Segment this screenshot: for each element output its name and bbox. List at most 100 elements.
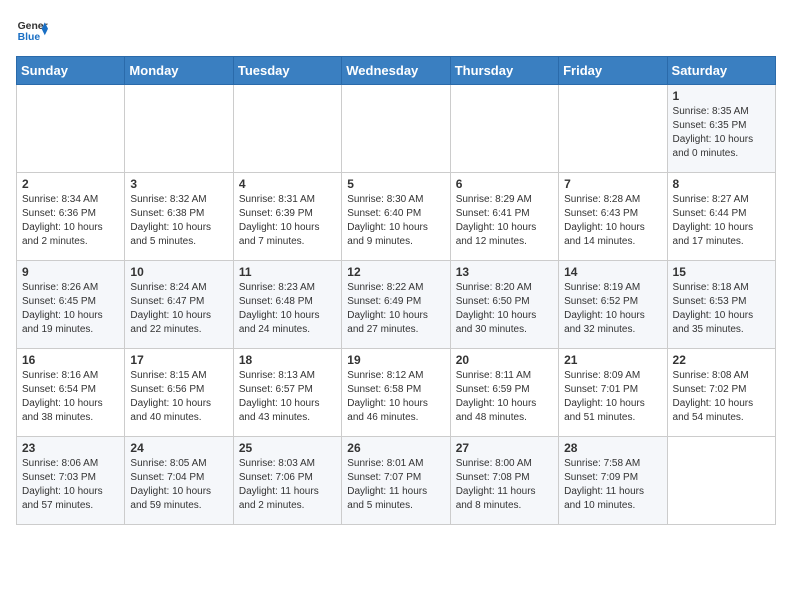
day-info: Sunrise: 8:13 AM Sunset: 6:57 PM Dayligh…	[239, 369, 336, 425]
day-info: Sunrise: 8:34 AM Sunset: 6:36 PM Dayligh…	[22, 193, 119, 249]
day-info: Sunrise: 7:58 AM Sunset: 7:09 PM Dayligh…	[564, 457, 661, 513]
calendar-table: SundayMondayTuesdayWednesdayThursdayFrid…	[16, 56, 776, 525]
calendar-cell: 13 Sunrise: 8:20 AM Sunset: 6:50 PM Dayli…	[450, 261, 558, 349]
logo: General Blue	[16, 16, 48, 44]
day-number: 4	[239, 177, 336, 191]
day-info: Sunrise: 8:05 AM Sunset: 7:04 PM Dayligh…	[130, 457, 227, 513]
calendar-cell: 15 Sunrise: 8:18 AM Sunset: 6:53 PM Dayli…	[667, 261, 775, 349]
day-info: Sunrise: 8:01 AM Sunset: 7:07 PM Dayligh…	[347, 457, 444, 513]
day-info: Sunrise: 8:30 AM Sunset: 6:40 PM Dayligh…	[347, 193, 444, 249]
weekday-header-sunday: Sunday	[17, 57, 125, 85]
day-info: Sunrise: 8:35 AM Sunset: 6:35 PM Dayligh…	[673, 105, 770, 161]
day-info: Sunrise: 8:03 AM Sunset: 7:06 PM Dayligh…	[239, 457, 336, 513]
day-info: Sunrise: 8:24 AM Sunset: 6:47 PM Dayligh…	[130, 281, 227, 337]
calendar-week-row: 23Sunrise: 8:06 AM Sunset: 7:03 PM Dayli…	[17, 437, 776, 525]
calendar-cell: 17 Sunrise: 8:15 AM Sunset: 6:56 PM Dayli…	[125, 349, 233, 437]
calendar-cell: 21 Sunrise: 8:09 AM Sunset: 7:01 PM Dayli…	[559, 349, 667, 437]
day-info: Sunrise: 8:22 AM Sunset: 6:49 PM Dayligh…	[347, 281, 444, 337]
calendar-week-row: 16 Sunrise: 8:16 AM Sunset: 6:54 PM Dayli…	[17, 349, 776, 437]
day-number: 3	[130, 177, 227, 191]
calendar-cell	[559, 85, 667, 173]
day-info: Sunrise: 8:26 AM Sunset: 6:45 PM Dayligh…	[22, 281, 119, 337]
calendar-cell: 4Sunrise: 8:31 AM Sunset: 6:39 PM Daylig…	[233, 173, 341, 261]
day-info: Sunrise: 8:00 AM Sunset: 7:08 PM Dayligh…	[456, 457, 553, 513]
calendar-cell: 10 Sunrise: 8:24 AM Sunset: 6:47 PM Dayli…	[125, 261, 233, 349]
day-info: Sunrise: 8:16 AM Sunset: 6:54 PM Dayligh…	[22, 369, 119, 425]
calendar-cell: 24 Sunrise: 8:05 AM Sunset: 7:04 PM Dayli…	[125, 437, 233, 525]
day-info: Sunrise: 8:32 AM Sunset: 6:38 PM Dayligh…	[130, 193, 227, 249]
weekday-header-tuesday: Tuesday	[233, 57, 341, 85]
calendar-cell	[450, 85, 558, 173]
day-number: 25	[239, 441, 336, 455]
calendar-cell: 18 Sunrise: 8:13 AM Sunset: 6:57 PM Dayli…	[233, 349, 341, 437]
day-info: Sunrise: 8:29 AM Sunset: 6:41 PM Dayligh…	[456, 193, 553, 249]
day-number: 17	[130, 353, 227, 367]
calendar-cell: 16 Sunrise: 8:16 AM Sunset: 6:54 PM Dayli…	[17, 349, 125, 437]
calendar-cell: 2 Sunrise: 8:34 AM Sunset: 6:36 PM Daylig…	[17, 173, 125, 261]
day-info: Sunrise: 8:28 AM Sunset: 6:43 PM Dayligh…	[564, 193, 661, 249]
day-number: 8	[673, 177, 770, 191]
calendar-cell: 25 Sunrise: 8:03 AM Sunset: 7:06 PM Dayli…	[233, 437, 341, 525]
day-number: 24	[130, 441, 227, 455]
day-info: Sunrise: 8:27 AM Sunset: 6:44 PM Dayligh…	[673, 193, 770, 249]
weekday-header-friday: Friday	[559, 57, 667, 85]
calendar-cell: 7 Sunrise: 8:28 AM Sunset: 6:43 PM Daylig…	[559, 173, 667, 261]
day-number: 28	[564, 441, 661, 455]
day-info: Sunrise: 8:15 AM Sunset: 6:56 PM Dayligh…	[130, 369, 227, 425]
day-number: 7	[564, 177, 661, 191]
day-number: 22	[673, 353, 770, 367]
calendar-cell: 6 Sunrise: 8:29 AM Sunset: 6:41 PM Daylig…	[450, 173, 558, 261]
weekday-header-thursday: Thursday	[450, 57, 558, 85]
calendar-cell: 8 Sunrise: 8:27 AM Sunset: 6:44 PM Daylig…	[667, 173, 775, 261]
day-number: 10	[130, 265, 227, 279]
day-number: 9	[22, 265, 119, 279]
calendar-cell: 12 Sunrise: 8:22 AM Sunset: 6:49 PM Dayli…	[342, 261, 450, 349]
weekday-header-monday: Monday	[125, 57, 233, 85]
calendar-cell	[17, 85, 125, 173]
day-number: 12	[347, 265, 444, 279]
calendar-cell	[667, 437, 775, 525]
day-number: 26	[347, 441, 444, 455]
day-number: 14	[564, 265, 661, 279]
calendar-week-row: 2 Sunrise: 8:34 AM Sunset: 6:36 PM Daylig…	[17, 173, 776, 261]
day-number: 16	[22, 353, 119, 367]
calendar-cell	[233, 85, 341, 173]
day-info: Sunrise: 8:08 AM Sunset: 7:02 PM Dayligh…	[673, 369, 770, 425]
day-number: 27	[456, 441, 553, 455]
calendar-cell: 20 Sunrise: 8:11 AM Sunset: 6:59 PM Dayli…	[450, 349, 558, 437]
day-number: 2	[22, 177, 119, 191]
weekday-header-wednesday: Wednesday	[342, 57, 450, 85]
day-number: 13	[456, 265, 553, 279]
day-info: Sunrise: 8:19 AM Sunset: 6:52 PM Dayligh…	[564, 281, 661, 337]
day-number: 11	[239, 265, 336, 279]
day-number: 6	[456, 177, 553, 191]
day-info: Sunrise: 8:11 AM Sunset: 6:59 PM Dayligh…	[456, 369, 553, 425]
calendar-cell: 19 Sunrise: 8:12 AM Sunset: 6:58 PM Dayli…	[342, 349, 450, 437]
calendar-cell: 28 Sunrise: 7:58 AM Sunset: 7:09 PM Dayli…	[559, 437, 667, 525]
day-number: 15	[673, 265, 770, 279]
calendar-cell: 27 Sunrise: 8:00 AM Sunset: 7:08 PM Dayli…	[450, 437, 558, 525]
day-number: 21	[564, 353, 661, 367]
calendar-cell: 14 Sunrise: 8:19 AM Sunset: 6:52 PM Dayli…	[559, 261, 667, 349]
calendar-week-row: 1 Sunrise: 8:35 AM Sunset: 6:35 PM Daylig…	[17, 85, 776, 173]
day-number: 23	[22, 441, 119, 455]
day-info: Sunrise: 8:20 AM Sunset: 6:50 PM Dayligh…	[456, 281, 553, 337]
weekday-header-row: SundayMondayTuesdayWednesdayThursdayFrid…	[17, 57, 776, 85]
calendar-cell: 11 Sunrise: 8:23 AM Sunset: 6:48 PM Dayli…	[233, 261, 341, 349]
logo-icon: General Blue	[16, 16, 48, 44]
calendar-cell: 5 Sunrise: 8:30 AM Sunset: 6:40 PM Daylig…	[342, 173, 450, 261]
day-number: 1	[673, 89, 770, 103]
svg-text:Blue: Blue	[18, 32, 41, 43]
calendar-cell	[342, 85, 450, 173]
day-info: Sunrise: 8:12 AM Sunset: 6:58 PM Dayligh…	[347, 369, 444, 425]
day-number: 19	[347, 353, 444, 367]
day-info: Sunrise: 8:23 AM Sunset: 6:48 PM Dayligh…	[239, 281, 336, 337]
weekday-header-saturday: Saturday	[667, 57, 775, 85]
day-number: 20	[456, 353, 553, 367]
day-info: Sunrise: 8:09 AM Sunset: 7:01 PM Dayligh…	[564, 369, 661, 425]
calendar-week-row: 9 Sunrise: 8:26 AM Sunset: 6:45 PM Daylig…	[17, 261, 776, 349]
day-info: Sunrise: 8:18 AM Sunset: 6:53 PM Dayligh…	[673, 281, 770, 337]
day-number: 5	[347, 177, 444, 191]
day-number: 18	[239, 353, 336, 367]
calendar-cell: 26 Sunrise: 8:01 AM Sunset: 7:07 PM Dayli…	[342, 437, 450, 525]
